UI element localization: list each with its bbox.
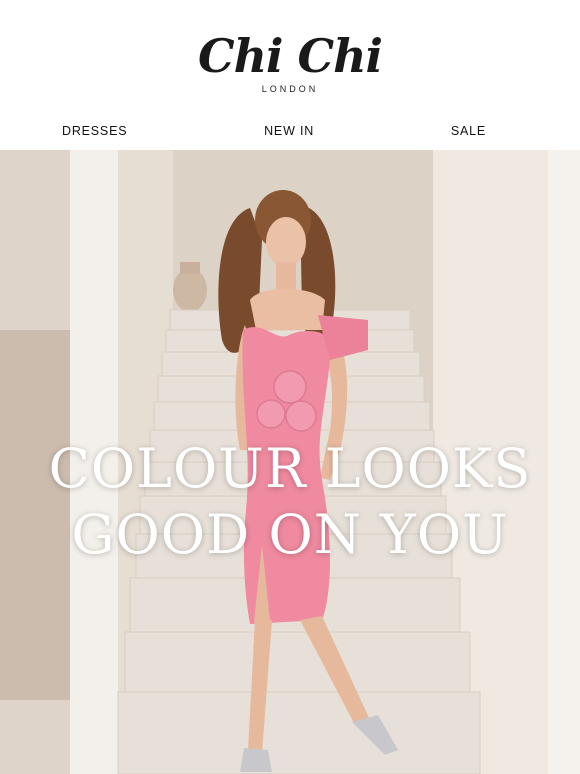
nav-dresses-link[interactable]: DRESSES xyxy=(62,124,127,138)
main-nav: DRESSES NEW IN SALE xyxy=(0,112,580,150)
hero-banner[interactable]: COLOUR LOOKS GOOD ON YOU xyxy=(0,150,580,774)
nav-sale-link[interactable]: SALE xyxy=(451,124,486,138)
nav-new-in-link[interactable]: NEW IN xyxy=(264,124,314,138)
hero-headline-line-2: GOOD ON YOU xyxy=(71,503,509,566)
brand-logo[interactable]: Chi Chi xyxy=(198,32,383,80)
brand-logo-sub: LONDON xyxy=(261,84,319,94)
hero-headline: COLOUR LOOKS GOOD ON YOU xyxy=(0,436,580,568)
hero-headline-line-1: COLOUR LOOKS xyxy=(48,437,532,500)
email-header: Chi Chi LONDON xyxy=(0,0,580,112)
